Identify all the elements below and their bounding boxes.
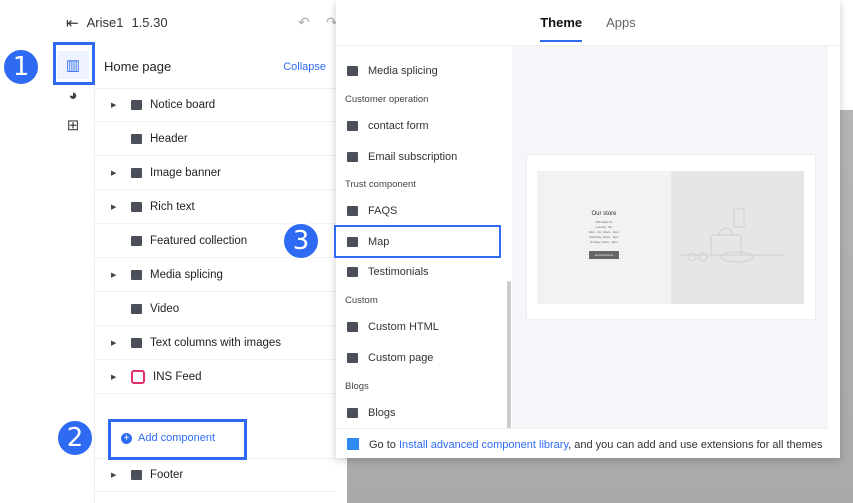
tab-theme[interactable]: Theme [540,3,583,42]
component-icon [347,408,358,418]
section-icon [131,201,142,212]
component-icon [347,152,358,162]
install-library-link[interactable]: Install advanced component library [399,439,568,451]
caret-right-icon[interactable]: ▶ [111,101,123,109]
sidebar-item[interactable]: ▶ Notice board [95,88,336,122]
section-icon [131,167,142,178]
section-icon [131,99,142,110]
top-bar: ⇤ Arise1 1.5.30 ↶ ↷ [50,0,350,45]
component-icon [347,66,358,76]
section-icon [131,235,142,246]
component-icon [347,206,358,216]
group-label: Customer operation [345,94,429,105]
undo-icon[interactable]: ↶ [298,14,310,31]
section-icon [131,303,142,314]
section-icon [131,337,142,348]
caret-right-icon[interactable]: ▶ [111,203,123,211]
theme-palette-icon[interactable]: ◕ [57,81,89,109]
exit-icon[interactable]: ⇤ [66,14,79,32]
caret-right-icon[interactable]: ▶ [111,271,123,279]
group-label: Blogs [345,381,369,392]
component-icon [347,121,358,131]
illustration [671,171,804,304]
sidebar-item-footer[interactable]: ▶ Footer [95,458,336,492]
step-badge-1: 1 [2,48,40,86]
group-label: Trust component [345,179,416,190]
app-version: 1.5.30 [131,15,168,30]
sidebar-item[interactable]: Video [95,292,336,326]
scrollbar[interactable] [507,281,511,428]
step-badge-3: 3 [282,222,320,260]
app-title: Arise1 [86,15,124,30]
component-item[interactable]: Custom HTML [336,312,504,342]
section-icon [131,269,142,280]
hammer-icon [347,438,359,450]
directions-button: Get directions [588,251,620,259]
component-icon [347,322,358,332]
section-icon [131,133,142,144]
component-preview-panel: Our store 295 Fake St. London, UK Mon - Fr… [512,46,828,428]
step-badge-2: 2 [56,419,94,457]
advanced-library-notice: Go to Install advanced component library… [336,428,828,458]
caret-right-icon[interactable]: ▶ [111,169,123,177]
map-preview-card: Our store 295 Fake St. London, UK Mon - Fr… [526,154,816,320]
page-title: Home page [104,59,172,74]
component-item[interactable]: Blogs [336,398,504,428]
caret-right-icon[interactable]: ▶ [111,373,123,381]
component-icon [347,267,358,277]
store-title: Our store [591,211,617,217]
caret-right-icon[interactable]: ▶ [111,339,123,347]
sidebar-item[interactable]: ▶ Text columns with images [95,326,336,360]
component-item[interactable]: contact form [336,111,504,141]
sidebar-item[interactable]: ▶ INS Feed [95,360,336,394]
sidebar-item[interactable]: ▶ Rich text [95,190,336,224]
component-item[interactable]: Testimonials [336,257,504,287]
section-icon [131,369,145,384]
sidebar-item[interactable]: ▶ Media splicing [95,258,336,292]
component-item[interactable]: Custom page [336,343,504,373]
component-item[interactable]: FAQS [336,196,504,226]
apps-add-icon[interactable]: ⊞ [57,111,89,139]
component-item[interactable]: Email subscription [336,142,504,172]
highlight-map [334,225,501,258]
component-item[interactable]: Media splicing [336,56,504,86]
component-icon [347,353,358,363]
tab-apps[interactable]: Apps [606,15,636,30]
sidebar-item[interactable]: ▶ Image banner [95,156,336,190]
group-label: Custom [345,295,378,306]
collapse-button[interactable]: Collapse [283,61,326,73]
footer-icon [131,470,142,480]
store-info-line: Sunday, 10am - 5pm [590,240,618,244]
caret-right-icon[interactable]: ▶ [111,471,123,479]
highlight-sections [53,42,95,85]
sidebar-item[interactable]: Header [95,122,336,156]
highlight-add-component [108,419,247,460]
